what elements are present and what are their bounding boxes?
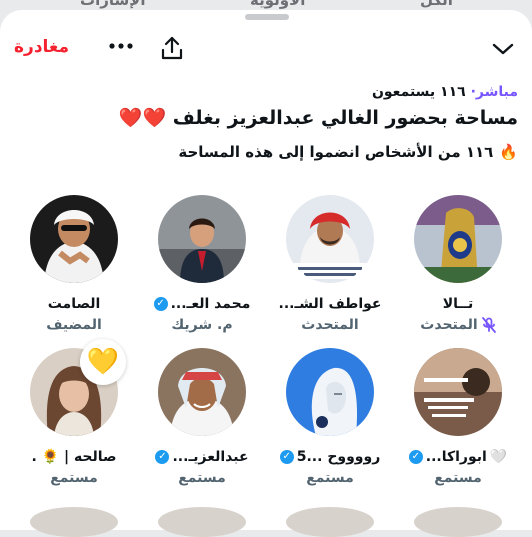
participant-role: مستمع bbox=[178, 470, 226, 486]
verified-badge-icon: ✓ bbox=[153, 297, 168, 311]
participant-name-row: محمد العـ... ✓ bbox=[138, 296, 266, 312]
mic-muted-icon bbox=[481, 317, 496, 333]
avatar[interactable] bbox=[286, 195, 374, 283]
reaction-badge: 💛 bbox=[80, 339, 126, 385]
chevron-down-icon bbox=[492, 43, 514, 55]
share-button[interactable] bbox=[158, 34, 186, 62]
participant-name: عواطف الشـ... bbox=[278, 296, 382, 312]
space-sheet: مغادرة مباشر· ١١٦ يستمعون مساحة بحضور ال… bbox=[0, 10, 532, 537]
participant-role: مستمع bbox=[306, 470, 354, 486]
avatar[interactable] bbox=[30, 507, 118, 537]
joined-text: ١١٦ من الأشخاص انضموا إلى هذه المساحة bbox=[178, 143, 494, 161]
participant-role: مستمع bbox=[50, 470, 98, 486]
participant-name: رووووح ...5 bbox=[296, 449, 381, 465]
participant-name: تــالا bbox=[442, 296, 474, 312]
participant-name: صالحه | 🌻 . bbox=[31, 449, 117, 465]
participant-role: م. شريك bbox=[171, 317, 233, 333]
leave-button[interactable]: مغادرة bbox=[14, 37, 69, 57]
participant-role: مستمع bbox=[434, 470, 482, 486]
more-horizontal-icon bbox=[109, 43, 133, 49]
more-options-button[interactable] bbox=[106, 32, 136, 60]
participant-name: عبدالعزيـ... bbox=[172, 449, 249, 465]
avatar[interactable] bbox=[158, 507, 246, 537]
fire-icon: 🔥 bbox=[499, 143, 518, 161]
white-heart-icon: 🤍 bbox=[489, 449, 508, 465]
participant-role: المتحدث bbox=[420, 317, 478, 333]
verified-badge-icon: ✓ bbox=[279, 450, 294, 464]
participant-name-row: 🤍 ابوراكا... ✓ bbox=[394, 449, 522, 465]
background-tab: الأولوية bbox=[250, 0, 306, 9]
background-tab: الإشارات bbox=[80, 0, 146, 9]
avatar[interactable] bbox=[286, 348, 374, 436]
participant-role-row: المتحدث bbox=[394, 317, 522, 333]
avatar[interactable] bbox=[414, 507, 502, 537]
avatar[interactable] bbox=[286, 507, 374, 537]
listeners-count: ١١٦ يستمعون bbox=[371, 84, 466, 100]
participant-name-row: رووووح ...5 ✓ bbox=[266, 449, 394, 465]
participant-name: ابوراكا... bbox=[425, 449, 487, 465]
joined-summary: 🔥 ١١٦ من الأشخاص انضموا إلى هذه المساحة bbox=[178, 143, 518, 161]
background-tab: الكل bbox=[420, 0, 453, 9]
space-status: مباشر· ١١٦ يستمعون bbox=[372, 84, 518, 100]
live-label: مباشر· bbox=[470, 84, 518, 100]
yellow-heart-icon: 💛 bbox=[86, 347, 120, 377]
avatar[interactable] bbox=[414, 195, 502, 283]
verified-badge-icon: ✓ bbox=[155, 450, 170, 464]
avatar[interactable] bbox=[158, 348, 246, 436]
avatar[interactable] bbox=[158, 195, 246, 283]
participant-name: محمد العـ... bbox=[170, 296, 251, 312]
participant-role: المتحدث bbox=[301, 317, 359, 333]
avatar[interactable] bbox=[414, 348, 502, 436]
space-title: مساحة بحضور الغالي عبدالعزيز بغلف ❤️❤️ bbox=[118, 107, 518, 129]
avatar[interactable] bbox=[30, 195, 118, 283]
verified-badge-icon: ✓ bbox=[408, 450, 423, 464]
share-icon bbox=[161, 36, 183, 60]
participant-name: الصامت bbox=[47, 296, 101, 312]
participant-name-row: عبدالعزيـ... ✓ bbox=[138, 449, 266, 465]
participant-role: المضيف bbox=[46, 317, 102, 333]
collapse-button[interactable] bbox=[488, 36, 518, 62]
space-topbar: مغادرة bbox=[0, 10, 532, 80]
